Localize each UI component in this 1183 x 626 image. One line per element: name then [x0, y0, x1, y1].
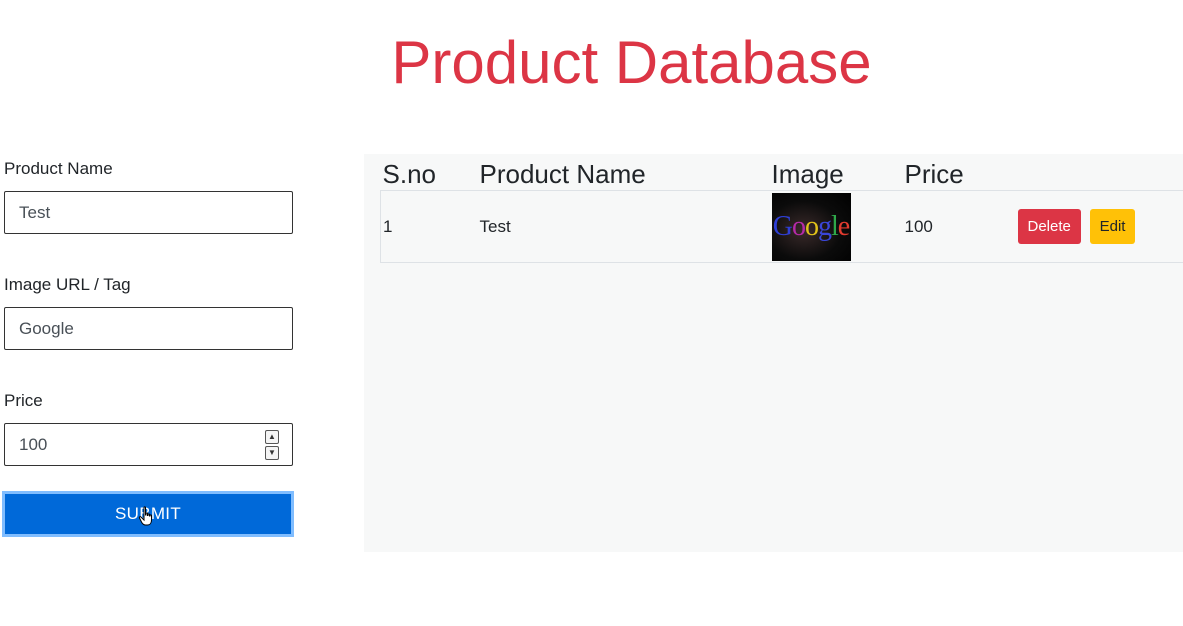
image-url-label: Image URL / Tag	[4, 275, 131, 294]
chevron-down-icon[interactable]: ▼	[265, 446, 279, 460]
products-table: S.no Product Name Image Price 1 Test Goo…	[380, 154, 1183, 263]
thumbnail-letter: g	[818, 210, 832, 242]
header-sno: S.no	[380, 154, 478, 191]
price-input-wrapper: ▲ ▼	[4, 412, 293, 466]
thumbnail-letter: o	[805, 210, 819, 242]
cell-image: Google	[769, 190, 903, 263]
hand-pointer-icon	[138, 506, 152, 526]
header-product-name: Product Name	[477, 154, 770, 191]
header-image: Image	[769, 154, 903, 191]
thumbnail-letter: l	[831, 210, 839, 242]
delete-button[interactable]: Delete	[1017, 209, 1081, 244]
product-thumbnail: Google	[771, 192, 851, 261]
product-name-label: Product Name	[4, 159, 113, 178]
header-price: Price	[902, 154, 1010, 191]
thumbnail-logo-text: Google	[772, 210, 851, 242]
product-form: Product Name Image URL / Tag Price ▲ ▼ S…	[2, 158, 294, 537]
submit-button[interactable]: SUBMIT	[2, 491, 294, 537]
cell-product-name: Test	[477, 190, 770, 263]
image-url-group: Image URL / Tag	[4, 274, 294, 350]
product-name-input[interactable]	[4, 191, 293, 234]
price-input[interactable]	[4, 423, 293, 466]
product-name-group: Product Name	[4, 158, 294, 234]
page-title: Product Database	[391, 29, 872, 96]
image-url-input[interactable]	[4, 307, 293, 350]
cell-actions: Delete Edit	[1009, 190, 1183, 263]
table-header-row: S.no Product Name Image Price	[380, 154, 1183, 191]
header-actions	[1009, 154, 1183, 191]
products-table-panel: S.no Product Name Image Price 1 Test Goo…	[364, 154, 1183, 552]
price-label: Price	[4, 391, 43, 410]
thumbnail-letter: G	[772, 210, 793, 242]
thumbnail-letter: e	[837, 210, 850, 242]
table-row: 1 Test Google 100 Delete Edit	[380, 190, 1183, 263]
price-group: Price ▲ ▼	[4, 390, 294, 466]
cell-sno: 1	[380, 190, 478, 263]
price-spinner: ▲ ▼	[265, 430, 279, 460]
chevron-up-icon[interactable]: ▲	[265, 430, 279, 444]
thumbnail-letter: o	[792, 210, 806, 242]
cell-price: 100	[902, 190, 1010, 263]
edit-button[interactable]: Edit	[1089, 209, 1136, 244]
